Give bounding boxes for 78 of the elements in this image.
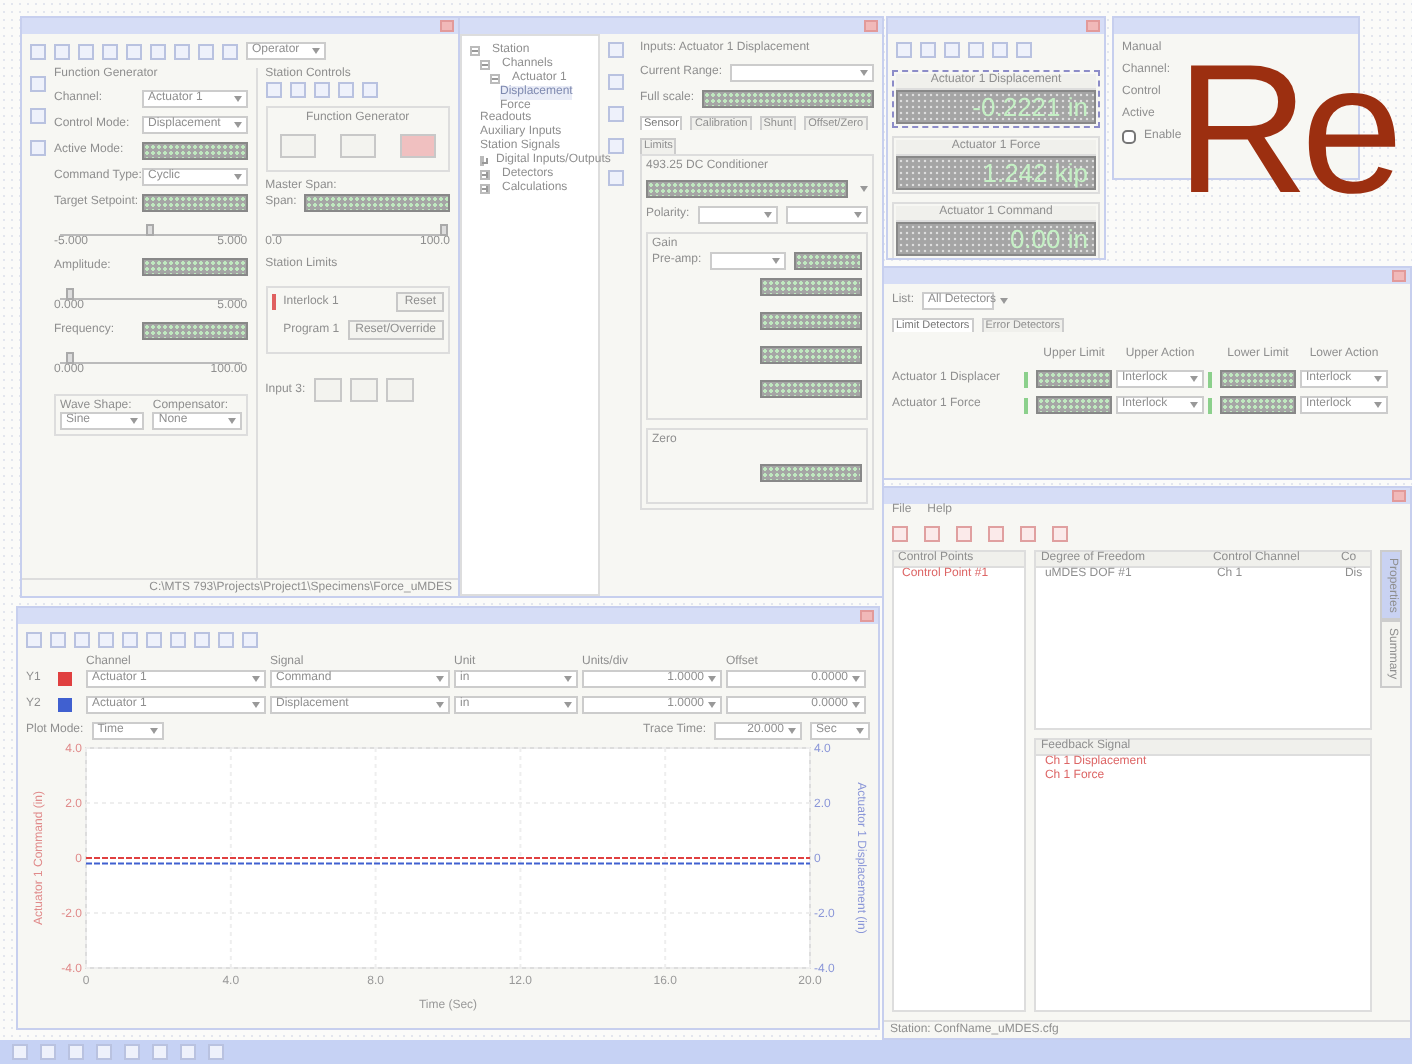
caret-icon bbox=[564, 675, 572, 682]
caret-icon bbox=[708, 701, 716, 708]
readout-display bbox=[759, 312, 862, 331]
caret-icon bbox=[149, 727, 158, 734]
caret-icon bbox=[564, 701, 572, 708]
readout-display bbox=[1220, 370, 1296, 389]
readout-display bbox=[142, 321, 248, 340]
readout-value: 0.00 in bbox=[896, 221, 1096, 256]
caret-icon bbox=[1190, 402, 1198, 409]
readout-display bbox=[759, 346, 862, 365]
caret-icon bbox=[233, 95, 242, 102]
close-icon[interactable] bbox=[864, 20, 878, 32]
caret-icon bbox=[771, 258, 780, 265]
slider-thumb[interactable] bbox=[146, 223, 155, 236]
mode-button[interactable] bbox=[339, 133, 376, 158]
color-swatch[interactable] bbox=[58, 697, 72, 712]
readout-display bbox=[1036, 396, 1112, 415]
caret-icon bbox=[252, 675, 260, 682]
expander-icon[interactable] bbox=[490, 73, 500, 84]
caret-icon bbox=[788, 727, 796, 734]
mode-button[interactable] bbox=[279, 133, 316, 158]
caret-icon bbox=[312, 48, 320, 54]
slider-thumb[interactable] bbox=[65, 287, 74, 300]
caret-icon bbox=[764, 212, 773, 219]
readout-display bbox=[1036, 370, 1112, 389]
mode-button[interactable] bbox=[399, 133, 436, 158]
expander-icon[interactable] bbox=[470, 45, 480, 56]
expander-icon[interactable] bbox=[480, 59, 490, 70]
input-button[interactable] bbox=[349, 378, 378, 403]
input-button[interactable] bbox=[313, 378, 342, 403]
caret-icon bbox=[1190, 376, 1198, 383]
slider-track[interactable] bbox=[60, 287, 242, 300]
readout-display bbox=[759, 380, 862, 399]
dropdown[interactable] bbox=[697, 206, 779, 225]
readout-display bbox=[142, 141, 248, 160]
close-icon[interactable] bbox=[860, 610, 874, 622]
caret-icon bbox=[227, 418, 236, 425]
readout-display bbox=[142, 193, 248, 212]
caret-icon bbox=[856, 727, 864, 734]
input-button[interactable] bbox=[385, 378, 414, 403]
readout-display bbox=[759, 278, 862, 297]
close-icon[interactable] bbox=[440, 20, 454, 32]
readout-display bbox=[759, 464, 862, 483]
readout-display bbox=[142, 257, 248, 276]
caret-icon bbox=[708, 675, 716, 682]
caret-icon bbox=[860, 69, 868, 76]
caret-icon bbox=[130, 418, 139, 425]
expander-icon[interactable] bbox=[480, 169, 490, 180]
slider-thumb[interactable] bbox=[65, 351, 74, 364]
dropdown[interactable] bbox=[730, 63, 874, 82]
caret-icon bbox=[852, 675, 860, 682]
readout-value: -0.2221 in bbox=[896, 89, 1096, 124]
readout-display bbox=[793, 252, 862, 271]
caret-icon bbox=[854, 212, 862, 219]
readout-display bbox=[1220, 396, 1296, 415]
dropdown[interactable] bbox=[709, 252, 786, 271]
slider-thumb[interactable] bbox=[440, 223, 448, 236]
caret-icon bbox=[436, 701, 444, 708]
dropdown[interactable] bbox=[786, 206, 868, 225]
expander-icon[interactable] bbox=[480, 183, 490, 194]
caret-icon bbox=[1374, 402, 1382, 409]
caret-icon bbox=[852, 701, 860, 708]
checkbox[interactable] bbox=[1122, 129, 1136, 144]
caret-icon bbox=[860, 186, 868, 193]
caret-icon bbox=[233, 121, 242, 128]
caret-icon bbox=[1000, 298, 1009, 304]
slider-track[interactable] bbox=[60, 223, 242, 236]
slider-track[interactable] bbox=[60, 351, 242, 364]
slider-track[interactable] bbox=[271, 223, 444, 236]
close-icon[interactable] bbox=[1392, 490, 1406, 502]
caret-icon bbox=[1374, 376, 1382, 383]
close-icon[interactable] bbox=[1086, 20, 1100, 32]
readout-value: 1.242 kip bbox=[896, 155, 1096, 190]
close-icon[interactable] bbox=[1392, 270, 1406, 282]
caret-icon bbox=[233, 173, 242, 180]
caret-icon bbox=[436, 675, 444, 682]
caret-icon bbox=[252, 701, 260, 708]
color-swatch[interactable] bbox=[58, 671, 72, 686]
